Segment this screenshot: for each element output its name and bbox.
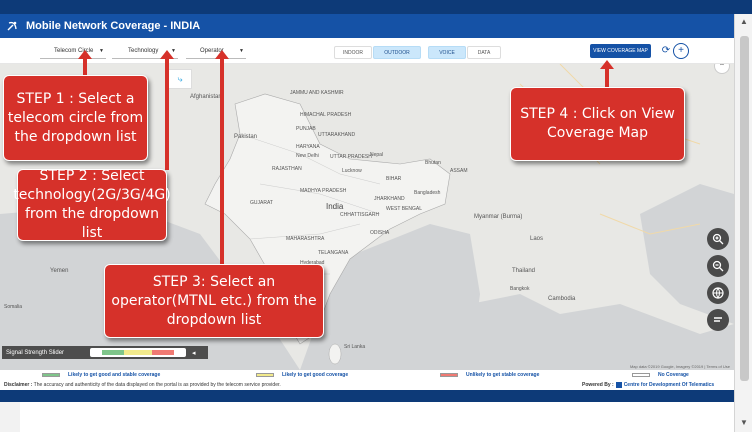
step4-callout: STEP 4 : Click on View Coverage Map [510, 87, 685, 161]
arrow-stem [165, 58, 169, 170]
map-label: MAHARASHTRA [286, 236, 325, 242]
page-title: Mobile Network Coverage - INDIA [26, 20, 201, 32]
map-label: TELANGANA [318, 250, 349, 256]
map-label: UTTARAKHAND [318, 132, 356, 138]
powered-by: Powered By : Centre for Development Of T… [582, 382, 714, 388]
telecom-circle-dropdown[interactable]: Telecom Circle ▼ [40, 44, 106, 59]
map-label: Bangladesh [414, 190, 441, 196]
map-label: Thailand [512, 268, 536, 274]
map-label: GUJARAT [250, 200, 273, 206]
legend-label: Likely to get good and stable coverage [68, 372, 161, 378]
map-label: Yemen [50, 268, 69, 274]
arrow-stem [83, 58, 87, 76]
map-label: Afghanistan [190, 94, 222, 100]
signal-strength-slider[interactable]: Signal Strength Slider ◂ [2, 346, 208, 359]
map-label: PUNJAB [296, 126, 316, 132]
plus-icon[interactable]: + [673, 43, 689, 59]
disclaimer-label: Disclaimer : [4, 382, 33, 388]
arrow-stem [605, 68, 609, 88]
indoor-toggle[interactable]: INDOOR [334, 46, 372, 59]
map-label: Somalia [4, 304, 23, 310]
chevron-down-icon: ▼ [239, 48, 244, 54]
map-label: RAJASTHAN [272, 166, 302, 172]
technology-label: Technology [128, 48, 159, 54]
voice-toggle[interactable]: VOICE [428, 46, 466, 59]
map-label: Bhutan [425, 160, 441, 166]
map-label: CHHATTISGARH [340, 212, 380, 218]
slider-segment-unstable [152, 350, 174, 355]
map-label: JAMMU AND KASHMIR [290, 90, 344, 96]
legend-swatch [632, 373, 650, 377]
data-toggle[interactable]: DATA [467, 46, 501, 59]
map-label: Nepal [370, 152, 384, 158]
map-label: JHARKHAND [374, 196, 405, 202]
legend-label: Likely to get good coverage [282, 372, 349, 378]
satellite-dish-icon [2, 15, 24, 37]
map-label: UTTAR PRADESH [330, 154, 372, 160]
app-window: Mobile Network Coverage - INDIA Telecom … [0, 0, 752, 432]
title-bar: Mobile Network Coverage - INDIA [0, 14, 734, 38]
slider-segment-good [124, 350, 152, 355]
map-label: ASSAM [450, 168, 468, 174]
zoom-in-icon[interactable] [707, 228, 729, 250]
disclaimer: Disclaimer : The accuracy and authentici… [4, 382, 281, 388]
map-label: HARYANA [296, 144, 320, 150]
route-icon[interactable]: ⤷ [168, 69, 192, 89]
view-coverage-map-button[interactable]: VIEW COVERAGE MAP [590, 44, 651, 58]
cdot-logo-icon [615, 382, 622, 388]
scroll-down-icon[interactable]: ▼ [739, 418, 749, 428]
scroll-thumb[interactable] [740, 36, 749, 381]
legend-item: Unlikely to get stable coverage [440, 372, 539, 378]
scrollbar[interactable]: ▲ ▼ [734, 14, 752, 432]
map-label: BIHAR [386, 176, 402, 182]
map-label: Myanmar (Burma) [474, 214, 523, 220]
map-attribution: Map data ©2019 Google, Imagery ©2019 | T… [629, 364, 730, 369]
map-label: Pakistan [234, 134, 258, 140]
disclaimer-text: The accuracy and authenticity of the dat… [33, 382, 281, 388]
legend-item: Likely to get good and stable coverage [42, 372, 160, 378]
legend-swatch [256, 373, 274, 377]
map-label: Sri Lanka [344, 344, 366, 350]
filter-bar: Telecom Circle ▼ Technology ▼ Operator ▼… [0, 38, 734, 64]
powered-by-label: Powered By : [582, 382, 614, 388]
map-label: ODISHA [370, 230, 390, 236]
step1-callout: STEP 1 : Select a telecom circle from th… [3, 75, 148, 161]
slider-segment-good-stable [102, 350, 124, 355]
outdoor-toggle[interactable]: OUTDOOR [373, 46, 421, 59]
menu-icon[interactable] [707, 309, 729, 331]
arrow-stem [220, 58, 224, 264]
legend-label: No Coverage [658, 372, 689, 378]
map-label: WEST BENGAL [386, 206, 423, 212]
disclaimer-bar: Disclaimer : The accuracy and authentici… [0, 380, 734, 390]
step3-callout: STEP 3: Select an operator(MTNL etc.) fr… [104, 264, 324, 338]
slider-track[interactable] [90, 348, 186, 357]
coverage-legend: Likely to get good and stable coverage L… [0, 370, 734, 380]
footer-area [20, 402, 734, 432]
map-label: HIMACHAL PRADESH [300, 112, 352, 118]
step2-callout: STEP 2 : Select technology(2G/3G/4G) fro… [13, 168, 171, 241]
refresh-icon[interactable]: ⟳ [660, 44, 672, 58]
top-strip [0, 0, 752, 14]
map-label: New Delhi [296, 153, 319, 159]
chevron-left-icon[interactable]: ◂ [192, 349, 196, 357]
legend-item: No Coverage [632, 372, 689, 378]
globe-icon[interactable] [707, 282, 729, 304]
map-label: Cambodia [548, 296, 576, 302]
slider-label: Signal Strength Slider [6, 349, 65, 356]
chevron-down-icon: ▼ [99, 48, 104, 54]
footer-bar [0, 390, 734, 402]
map-label: India [326, 202, 344, 211]
powered-by-org[interactable]: Centre for Development Of Telematics [624, 382, 715, 388]
scroll-up-icon[interactable]: ▲ [739, 17, 749, 27]
zoom-out-icon[interactable] [707, 255, 729, 277]
map-label: Bangkok [510, 286, 530, 292]
legend-item: Likely to get good coverage [256, 372, 348, 378]
map-label: MADHYA PRADESH [300, 188, 347, 194]
legend-label: Unlikely to get stable coverage [466, 372, 540, 378]
legend-swatch [440, 373, 458, 377]
map-label: Lucknow [342, 168, 362, 174]
legend-swatch [42, 373, 60, 377]
map-label: Laos [530, 236, 544, 242]
